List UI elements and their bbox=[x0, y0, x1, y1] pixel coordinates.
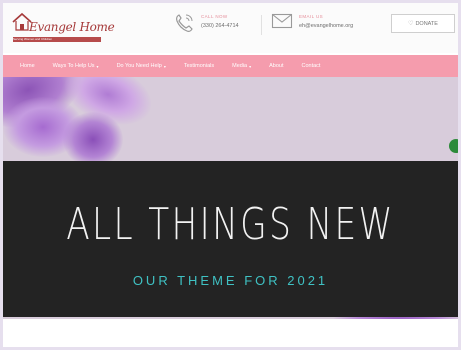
nav-item-label: Ways To Help Us bbox=[52, 63, 95, 69]
call-now-block[interactable]: CALL NOW (330) 264-4714 bbox=[173, 12, 253, 38]
nav-item-label: Testimonials bbox=[183, 63, 215, 69]
chevron-down-icon: ▾ bbox=[163, 63, 166, 69]
content-strip bbox=[3, 319, 458, 347]
watercolor-flower bbox=[63, 112, 123, 167]
nav-item-label: Home bbox=[20, 63, 35, 69]
nav-item-about[interactable]: About bbox=[269, 63, 283, 69]
nav-item-label: About bbox=[269, 63, 284, 69]
email-us-label: EMAIL US bbox=[299, 14, 324, 19]
phone-icon bbox=[176, 14, 193, 32]
site-logo[interactable]: Evangel Home Serving Women and Children bbox=[11, 11, 115, 47]
nav-item-testimonials[interactable]: Testimonials bbox=[184, 63, 214, 69]
logo-tagline: Serving Women and Children bbox=[13, 37, 101, 42]
leaf-accent bbox=[449, 139, 458, 153]
hero-subtitle: OUR THEME FOR 2021 bbox=[132, 273, 329, 288]
hero-section: ALL THINGS NEW OUR THEME FOR 2021 bbox=[3, 77, 458, 319]
nav-item-label: Contact bbox=[301, 63, 321, 69]
heart-icon: ♡ bbox=[408, 21, 414, 27]
nav-item-media[interactable]: Media ▾ bbox=[232, 63, 251, 69]
logo-name: Evangel Home bbox=[29, 20, 115, 34]
nav-item-contact[interactable]: Contact bbox=[301, 63, 320, 69]
page-frame: Evangel Home Serving Women and Children … bbox=[3, 3, 458, 347]
chevron-down-icon: ▾ bbox=[249, 63, 252, 69]
header-divider bbox=[261, 15, 262, 35]
email-address[interactable]: eh@evangelhome.org bbox=[299, 23, 353, 29]
donate-label: DONATE bbox=[415, 20, 438, 27]
hero-title: ALL THINGS NEW bbox=[66, 199, 395, 250]
donate-button[interactable]: ♡ DONATE bbox=[391, 14, 455, 33]
main-nav: Home Ways To Help Us ▾ Do You Need Help ▾ Tes… bbox=[3, 55, 458, 77]
nav-item-label: Media bbox=[232, 63, 248, 69]
email-us-block[interactable]: EMAIL US eh@evangelhome.org bbox=[271, 12, 371, 38]
nav-item-ways-to-help-us[interactable]: Ways To Help Us ▾ bbox=[53, 63, 99, 69]
nav-item-do-you-need-help[interactable]: Do You Need Help ▾ bbox=[117, 63, 166, 69]
site-header: Evangel Home Serving Women and Children … bbox=[3, 3, 458, 53]
envelope-icon bbox=[271, 13, 293, 29]
nav-item-label: Do You Need Help bbox=[116, 63, 162, 69]
nav-item-home[interactable]: Home bbox=[20, 63, 35, 69]
phone-number[interactable]: (330) 264-4714 bbox=[201, 23, 239, 29]
call-now-label: CALL NOW bbox=[201, 14, 228, 19]
chevron-down-icon: ▾ bbox=[96, 63, 99, 69]
hero-banner: ALL THINGS NEW OUR THEME FOR 2021 bbox=[3, 161, 458, 317]
